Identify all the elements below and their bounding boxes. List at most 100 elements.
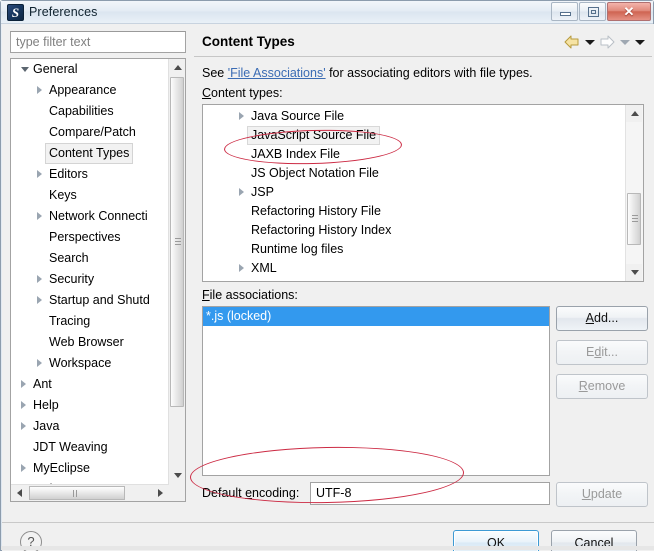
content-type-item[interactable]: JavaScript Source File (203, 126, 626, 145)
content-type-item[interactable]: JS Object Notation File (203, 164, 626, 183)
update-button-suffix: pdate (590, 487, 623, 501)
content-type-item[interactable]: Runtime log files (203, 240, 626, 259)
tree-item-label: Content Types (45, 143, 134, 164)
tree-item-help[interactable]: Help (11, 395, 169, 416)
tree-hscrollbar-thumb[interactable] (29, 486, 125, 500)
content-type-label: JS Object Notation File (251, 166, 379, 180)
minimize-button[interactable] (551, 2, 578, 21)
tree-item-appearance[interactable]: Appearance (11, 80, 169, 101)
window-title: Preferences (29, 5, 98, 19)
preferences-tree[interactable]: General Appearance Capabilities Compare/Pat… (10, 58, 186, 502)
tree-scroll-down-button[interactable] (169, 467, 185, 484)
file-associations-list[interactable]: *.js (locked) (202, 306, 550, 476)
tree-horizontal-scrollbar[interactable] (11, 484, 169, 501)
content-type-item[interactable]: Java Source File (203, 107, 626, 126)
encoding-label-pre: Default (202, 486, 246, 500)
tree-item-tracing[interactable]: Tracing (11, 311, 169, 332)
twisty-collapsed-icon[interactable] (239, 264, 244, 272)
scrollbar-grip-icon (632, 215, 638, 223)
encoding-label-mnemonic: e (245, 486, 253, 500)
forward-arrow-icon (598, 34, 616, 50)
tree-item-keys[interactable]: Keys (11, 185, 169, 206)
caret-left-icon (17, 489, 22, 497)
tree-item-jdt-weaving[interactable]: JDT Weaving (11, 437, 169, 458)
default-encoding-input[interactable]: UTF-8 (310, 482, 550, 505)
tree-item-label: Perspectives (49, 230, 121, 244)
content-type-label: Refactoring History Index (251, 223, 392, 237)
update-button-mnemonic: U (581, 487, 591, 501)
content-type-label: Runtime log files (251, 242, 344, 256)
tree-item-label: Help (33, 398, 59, 412)
title-bar[interactable]: S Preferences ✕ (1, 1, 653, 24)
add-button[interactable]: Add... (556, 306, 648, 331)
twisty-collapsed-icon[interactable] (21, 401, 26, 409)
tree-item-startup-and-shutd[interactable]: Startup and Shutd (11, 290, 169, 311)
tree-scroll-right-button[interactable] (152, 485, 169, 501)
twisty-collapsed-icon[interactable] (21, 380, 26, 388)
tree-item-myeclipse[interactable]: MyEclipse (11, 458, 169, 479)
twisty-collapsed-icon[interactable] (37, 275, 42, 283)
tree-item-search[interactable]: Search (11, 248, 169, 269)
twisty-collapsed-icon[interactable] (239, 112, 244, 120)
file-associations-label-mnemonic: F (202, 288, 210, 302)
twisty-expanded-icon[interactable] (21, 67, 29, 76)
file-association-row[interactable]: *.js (locked) (203, 307, 549, 326)
content-types-label-text: ontent types: (211, 86, 283, 100)
tree-item-compare-patch[interactable]: Compare/Patch (11, 122, 169, 143)
tree-item-label: Appearance (49, 83, 117, 97)
tree-item-label: Security (49, 272, 95, 286)
tree-item-ant[interactable]: Ant (11, 374, 169, 395)
tree-item-label: Ant (33, 377, 52, 391)
twisty-collapsed-icon[interactable] (21, 464, 26, 472)
content-type-item[interactable]: JSP (203, 183, 626, 202)
ct-scroll-down-button[interactable] (626, 264, 642, 281)
file-associations-link[interactable]: 'File Associations' (228, 66, 326, 80)
tree-item-web-browser[interactable]: Web Browser (11, 332, 169, 353)
ct-scrollbar-thumb[interactable] (627, 193, 641, 245)
back-arrow-icon[interactable] (563, 34, 581, 50)
content-type-item[interactable]: Refactoring History Index (203, 221, 626, 240)
twisty-collapsed-icon[interactable] (37, 212, 42, 220)
tree-item-content-types[interactable]: Content Types (11, 143, 169, 164)
tree-item-capabilities[interactable]: Capabilities (11, 101, 169, 122)
tree-vertical-scrollbar[interactable] (168, 59, 185, 501)
chevron-down-icon (620, 40, 630, 45)
content-types-vertical-scrollbar[interactable] (625, 105, 643, 281)
twisty-collapsed-icon[interactable] (37, 170, 42, 178)
tree-scroll-port: General Appearance Capabilities Compare/Pat… (11, 59, 169, 501)
tree-item-label: JDT Weaving (33, 440, 108, 454)
twisty-collapsed-icon[interactable] (37, 296, 42, 304)
twisty-collapsed-icon[interactable] (37, 86, 42, 94)
tree-item-label: Keys (49, 188, 77, 202)
filter-input[interactable]: type filter text (10, 31, 186, 53)
ct-scroll-up-button[interactable] (626, 105, 642, 122)
tree-item-editors[interactable]: Editors (11, 164, 169, 185)
pane-menu-button[interactable] (633, 34, 646, 50)
content-types-list[interactable]: Java Source File JavaScript Source File JA… (202, 104, 644, 282)
tree-item-security[interactable]: Security (11, 269, 169, 290)
back-dropdown-button[interactable] (583, 34, 596, 50)
file-association-buttons: Add... Edit... Remove (556, 306, 648, 408)
tree-item-network-connecti[interactable]: Network Connecti (11, 206, 169, 227)
content-type-item[interactable]: Refactoring History File (203, 202, 626, 221)
remove-button: Remove (556, 374, 648, 399)
close-button[interactable]: ✕ (607, 2, 651, 21)
edit-button-suffix: it... (601, 345, 618, 359)
tree-item-java[interactable]: Java (11, 416, 169, 437)
maximize-button[interactable] (579, 2, 606, 21)
twisty-collapsed-icon[interactable] (37, 359, 42, 367)
page-title: Content Types (202, 34, 295, 49)
twisty-collapsed-icon[interactable] (239, 188, 244, 196)
tree-scroll-up-button[interactable] (169, 59, 185, 76)
content-type-item[interactable]: XML (203, 259, 626, 278)
tree-item-perspectives[interactable]: Perspectives (11, 227, 169, 248)
content-type-item[interactable]: JAXB Index File (203, 145, 626, 164)
tree-item-workspace[interactable]: Workspace (11, 353, 169, 374)
twisty-collapsed-icon[interactable] (21, 422, 26, 430)
tree-scroll-left-button[interactable] (11, 485, 28, 501)
tree-item-general[interactable]: General (11, 59, 169, 80)
file-associations-label: File associations: (202, 288, 298, 302)
tree-scrollbar-thumb[interactable] (170, 77, 184, 407)
remove-button-suffix: emove (587, 379, 626, 393)
tree-item-label: MyEclipse (33, 461, 90, 475)
